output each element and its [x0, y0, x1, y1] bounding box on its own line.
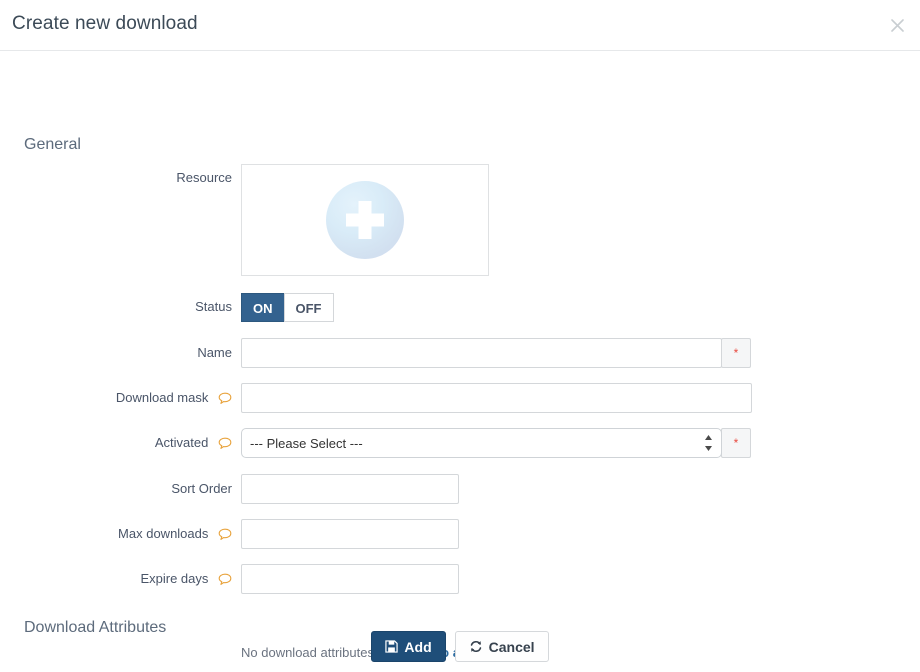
label-sort-order: Sort Order — [0, 481, 232, 496]
expire-days-input[interactable] — [241, 564, 459, 594]
label-download-mask-text: Download mask — [115, 390, 209, 405]
dialog-body: General Resource Status ON OFF Name * Do… — [0, 51, 920, 660]
add-button-label: Add — [404, 638, 432, 655]
activated-select-wrap[interactable]: --- Please Select --- — [241, 428, 722, 458]
close-icon[interactable] — [886, 15, 908, 37]
comment-help-icon[interactable] — [218, 392, 232, 408]
cancel-button[interactable]: Cancel — [454, 631, 549, 662]
comment-help-icon[interactable] — [218, 437, 232, 453]
status-toggle-off[interactable]: OFF — [283, 293, 334, 322]
plus-upload-icon — [326, 181, 404, 259]
page-title: Create new download — [12, 13, 198, 34]
expire-days-control — [241, 564, 459, 594]
name-input[interactable] — [241, 338, 722, 368]
label-activated: Activated — [0, 435, 232, 453]
label-download-mask: Download mask — [0, 390, 232, 408]
label-sort-order-text: Sort Order — [171, 481, 232, 496]
section-heading-general: General — [24, 136, 81, 153]
label-resource: Resource — [0, 170, 232, 185]
max-downloads-control — [241, 519, 459, 549]
label-name-text: Name — [197, 345, 232, 360]
label-resource-text: Resource — [176, 170, 232, 185]
dialog-header: Create new download — [0, 0, 920, 51]
resource-upload-box[interactable] — [241, 164, 489, 276]
comment-help-icon[interactable] — [218, 528, 232, 544]
name-control: * — [241, 338, 751, 368]
label-expire-days: Expire days — [0, 571, 232, 589]
cancel-button-label: Cancel — [488, 638, 535, 655]
add-button[interactable]: Add — [371, 631, 446, 662]
status-toggle-group[interactable]: ON OFF — [241, 293, 334, 322]
activated-input-group: --- Please Select --- * — [241, 428, 751, 458]
create-download-dialog: Create new download General Resource Sta… — [0, 0, 920, 672]
dialog-footer: Add Cancel — [0, 621, 920, 672]
name-input-group: * — [241, 338, 751, 368]
activated-select[interactable]: --- Please Select --- — [241, 428, 722, 458]
max-downloads-input[interactable] — [241, 519, 459, 549]
label-max-downloads: Max downloads — [0, 526, 232, 544]
resource-dropzone[interactable] — [241, 164, 489, 276]
label-name: Name — [0, 345, 232, 360]
label-activated-text: Activated — [154, 435, 209, 450]
label-status-text: Status — [195, 299, 232, 314]
name-required-marker: * — [721, 338, 751, 368]
save-floppy-icon — [385, 640, 399, 653]
activated-control: --- Please Select --- * — [241, 428, 751, 458]
refresh-icon — [469, 640, 483, 653]
label-expire-days-text: Expire days — [140, 571, 209, 586]
sort-order-control — [241, 474, 459, 504]
sort-order-input[interactable] — [241, 474, 459, 504]
label-status: Status — [0, 299, 232, 314]
status-toggle[interactable]: ON OFF — [241, 293, 334, 322]
label-max-downloads-text: Max downloads — [118, 526, 209, 541]
download-mask-input[interactable] — [241, 383, 752, 413]
activated-required-marker: * — [721, 428, 751, 458]
status-toggle-on[interactable]: ON — [241, 293, 285, 322]
comment-help-icon[interactable] — [218, 573, 232, 589]
download-mask-control — [241, 383, 752, 413]
